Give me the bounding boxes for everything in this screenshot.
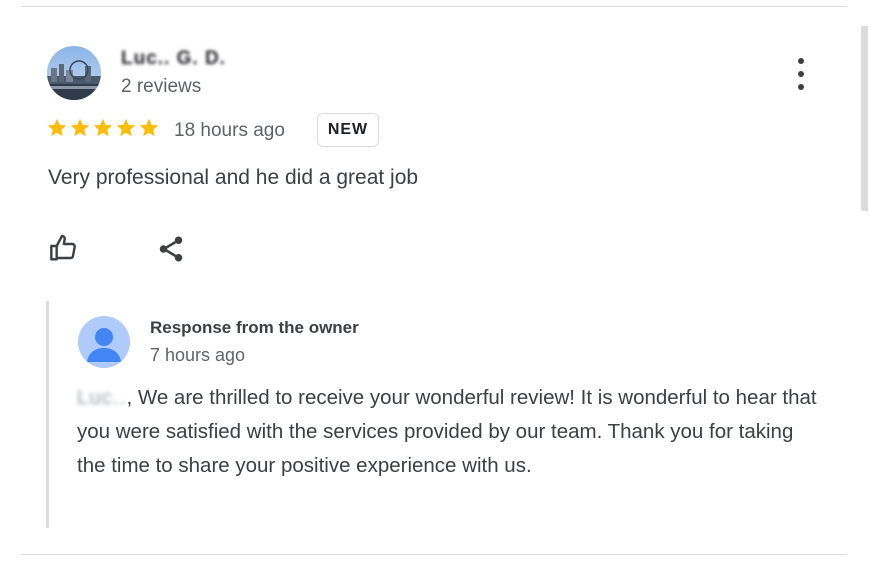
top-divider <box>21 6 847 7</box>
star-icon <box>47 118 67 137</box>
star-icon <box>93 118 113 137</box>
owner-response-bar <box>46 301 49 528</box>
more-vert-icon-dot <box>798 71 804 77</box>
redacted-name: Luc.. <box>77 386 127 409</box>
review-text: Very professional and he did a great job <box>48 166 419 189</box>
scrollbar-thumb[interactable] <box>861 26 868 211</box>
owner-response-time: 7 hours ago <box>150 345 246 365</box>
more-vert-icon-dot <box>798 58 804 64</box>
owner-response-text: Luc.., We are thrilled to receive your w… <box>77 381 822 483</box>
star-icon <box>116 118 136 137</box>
review-count: 2 reviews <box>121 76 202 97</box>
bottom-divider <box>21 554 847 555</box>
star-icon <box>70 118 90 137</box>
share-icon <box>159 236 183 262</box>
owner-avatar <box>78 316 130 368</box>
owner-response-body: , We are thrilled to receive your wonder… <box>77 386 817 477</box>
review-time: 18 hours ago <box>174 120 285 141</box>
like-button[interactable] <box>48 232 80 264</box>
share-button[interactable] <box>156 234 186 264</box>
reviewer-avatar[interactable] <box>47 46 101 100</box>
owner-response-title: Response from the owner <box>150 318 359 337</box>
thumb-up-icon <box>50 234 76 261</box>
star-icon <box>139 118 159 137</box>
new-badge: NEW <box>317 113 379 147</box>
star-rating <box>46 117 160 139</box>
reviewer-name[interactable]: Luc.. G. D. <box>121 48 226 70</box>
more-vert-icon-dot <box>798 84 804 90</box>
person-icon <box>87 328 121 362</box>
more-options-button[interactable] <box>790 58 812 90</box>
